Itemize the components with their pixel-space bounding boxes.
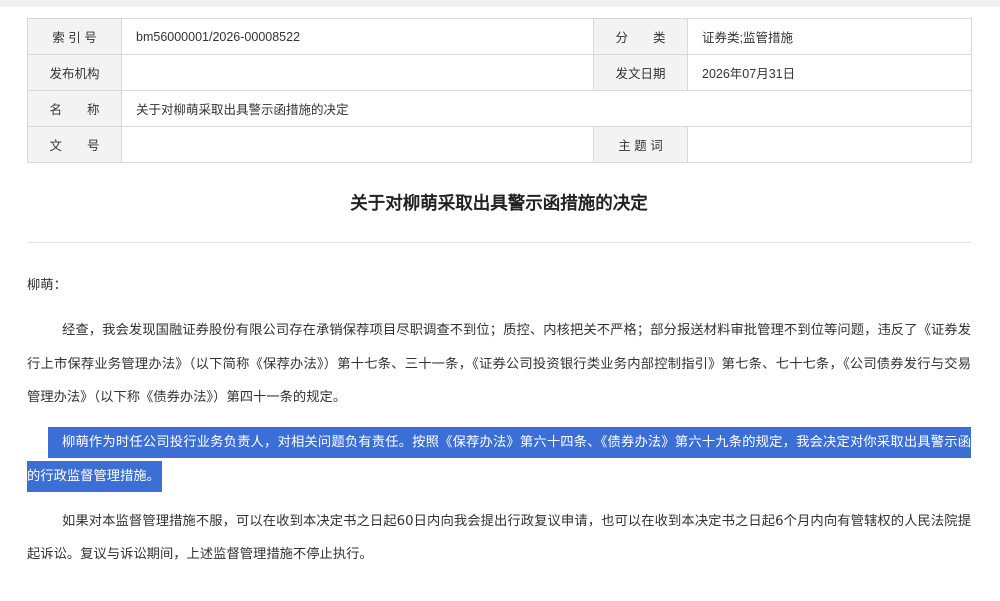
keywords-value xyxy=(687,126,972,163)
issue-date-label: 发文日期 xyxy=(593,54,688,91)
document-title: 关于对柳萌采取出具警示函措施的决定 xyxy=(350,194,648,214)
category-label: 分 类 xyxy=(593,18,688,55)
category-value: 证券类;监管措施 xyxy=(687,18,972,55)
document-body: 柳萌： 经查，我会发现国融证券股份有限公司存在承销保荐项目尽职调查不到位；质控、… xyxy=(27,269,971,583)
doc-number-label: 文 号 xyxy=(27,126,122,163)
top-bar xyxy=(0,0,1000,7)
index-number-label: 索 引 号 xyxy=(27,18,122,55)
paragraph-findings: 经查，我会发现国融证券股份有限公司存在承销保荐项目尽职调查不到位；质控、内核把关… xyxy=(27,323,971,405)
name-label: 名 称 xyxy=(27,90,122,127)
doc-number-value xyxy=(121,126,594,163)
info-row-name: 名 称 关于对柳萌采取出具警示函措施的决定 xyxy=(27,90,972,127)
info-row-index: 索 引 号 bm56000001/2026-00008522 分 类 证券类;监… xyxy=(27,18,972,55)
salutation: 柳萌： xyxy=(27,278,67,293)
index-number-value: bm56000001/2026-00008522 xyxy=(121,18,594,55)
keywords-label: 主 题 词 xyxy=(593,126,688,163)
title-divider xyxy=(27,242,971,243)
info-row-doc-number: 文 号 主 题 词 xyxy=(27,126,972,163)
name-value: 关于对柳萌采取出具警示函措施的决定 xyxy=(121,90,972,127)
selected-text-highlight[interactable]: 柳萌作为时任公司投行业务负责人，对相关问题负有责任。按照《保荐办法》第六十四条、… xyxy=(27,427,971,492)
paragraph-decision: 柳萌作为时任公司投行业务负责人，对相关问题负有责任。按照《保荐办法》第六十四条、… xyxy=(27,426,971,493)
paragraph-appeal: 如果对本监督管理措施不服，可以在收到本决定书之日起60日内向我会提出行政复议申请… xyxy=(27,513,971,563)
info-row-publisher: 发布机构 发文日期 2026年07月31日 xyxy=(27,54,972,91)
publisher-value xyxy=(121,54,594,91)
publisher-label: 发布机构 xyxy=(27,54,122,91)
issue-date-value: 2026年07月31日 xyxy=(687,54,972,91)
document-info-table: 索 引 号 bm56000001/2026-00008522 分 类 证券类;监… xyxy=(27,18,972,163)
